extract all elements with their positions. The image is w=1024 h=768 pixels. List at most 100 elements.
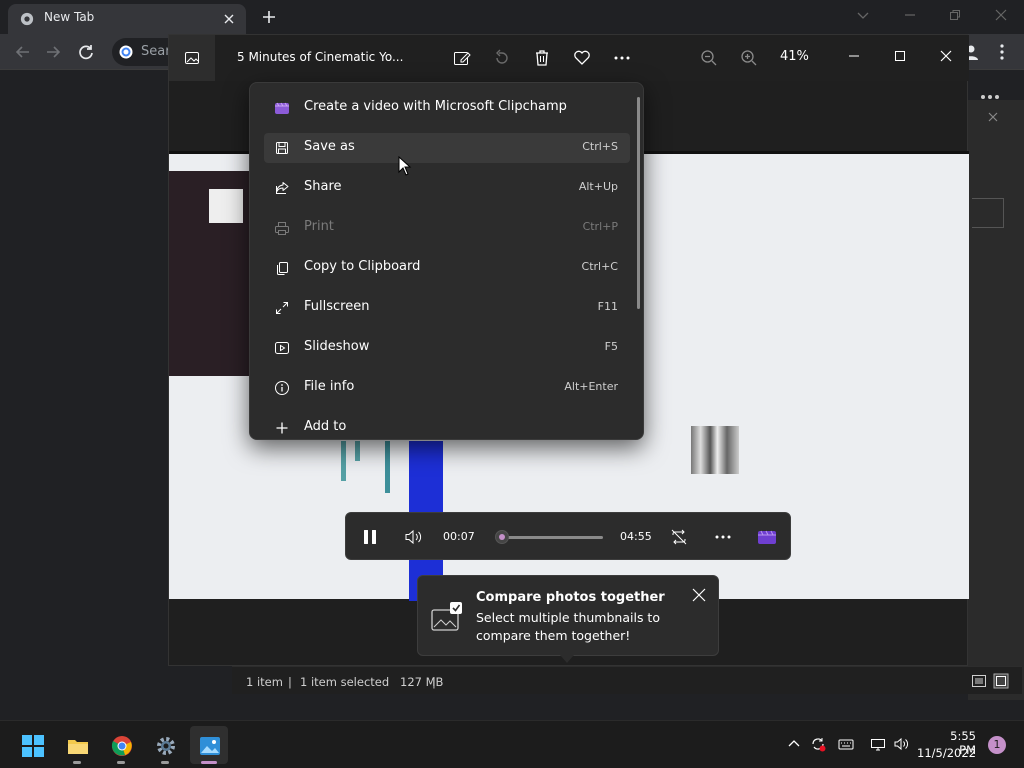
settings-gear-icon: [157, 737, 175, 755]
menu-scrollbar[interactable]: [637, 97, 640, 309]
menu-item-label: File info: [304, 379, 355, 394]
status-separator: |: [432, 675, 436, 689]
tip-close-icon[interactable]: [692, 588, 706, 602]
mouse-cursor-icon: [398, 156, 412, 176]
network-icon[interactable]: [870, 736, 886, 752]
chrome-icon: [111, 736, 132, 756]
back-arrow-icon[interactable]: [12, 41, 34, 63]
chrome-restore-icon[interactable]: [948, 8, 962, 22]
taskbar-settings[interactable]: [146, 726, 184, 764]
clipchamp-edit-icon[interactable]: [757, 527, 777, 547]
omnibox[interactable]: Sear: [112, 38, 172, 66]
edit-image-icon[interactable]: [452, 48, 472, 68]
video-more-icon[interactable]: [713, 527, 733, 547]
menu-item-clipchamp[interactable]: Create a video with Microsoft Clipchamp: [264, 93, 630, 123]
menu-item-fullscreen[interactable]: Fullscreen F11: [264, 293, 630, 323]
tab-close-icon[interactable]: [222, 12, 236, 26]
running-indicator: [161, 761, 169, 764]
menu-item-label: Add to: [304, 419, 347, 434]
tip-body: Select multiple thumbnails to compare th…: [476, 610, 660, 643]
background-more-icon: [981, 95, 999, 99]
info-icon: [275, 381, 289, 395]
slideshow-icon: [275, 342, 289, 354]
menu-item-label: Share: [304, 179, 342, 194]
menu-item-add-to[interactable]: Add to: [264, 413, 630, 439]
photos-app-icon: [185, 52, 199, 64]
zoom-level[interactable]: 41%: [780, 49, 809, 64]
running-indicator: [117, 761, 125, 764]
menu-item-print[interactable]: Print Ctrl+P: [264, 213, 630, 243]
volume-icon[interactable]: [403, 527, 423, 547]
folder-icon: [68, 740, 88, 754]
reload-icon[interactable]: [75, 41, 97, 63]
taskbar-file-explorer[interactable]: [58, 726, 96, 764]
seek-track[interactable]: [501, 536, 603, 539]
notification-badge[interactable]: 1: [988, 736, 1006, 754]
tip-title: Compare photos together: [476, 590, 665, 605]
selected-count: 1 item selected: [300, 675, 390, 689]
frame-teal-bar: [385, 441, 390, 493]
more-options-menu: Create a video with Microsoft Clipchamp …: [249, 82, 644, 440]
frame-white-square: [209, 189, 243, 223]
tab-search-chevron-icon[interactable]: [856, 8, 870, 22]
menu-item-label: Create a video with Microsoft Clipchamp: [304, 99, 567, 114]
menu-item-label: Copy to Clipboard: [304, 259, 421, 274]
clock-date[interactable]: 11/5/2022: [916, 746, 976, 760]
large-icons-view-icon[interactable]: [993, 673, 1009, 689]
forward-arrow-icon[interactable]: [42, 41, 64, 63]
windows-logo-icon: [22, 735, 44, 757]
menu-item-share[interactable]: Share Alt+Up: [264, 173, 630, 203]
delete-icon[interactable]: [532, 48, 552, 68]
background-field: [972, 198, 1004, 228]
active-indicator: [201, 761, 217, 764]
start-button[interactable]: [13, 726, 51, 764]
compare-photos-icon: [431, 602, 462, 631]
chrome-tab-new-tab[interactable]: New Tab: [8, 4, 246, 34]
frame-teal-bar: [341, 441, 346, 481]
current-time: 00:07: [443, 530, 475, 543]
menu-item-shortcut: Alt+Enter: [564, 380, 618, 393]
plus-icon: [276, 422, 288, 434]
photos-titlebar: 5 Minutes of Cinematic Yo... 41%: [169, 35, 969, 81]
frame-object: [691, 426, 739, 474]
seek-thumb[interactable]: [495, 530, 509, 544]
menu-item-save-as[interactable]: Save as Ctrl+S: [264, 133, 630, 163]
photos-close-icon[interactable]: [937, 47, 955, 65]
taskbar: 5:55 PM 11/5/2022 1: [0, 720, 1024, 768]
status-separator: |: [288, 675, 292, 689]
more-options-icon[interactable]: [612, 48, 632, 68]
menu-item-copy-to-clipboard[interactable]: Copy to Clipboard Ctrl+C: [264, 253, 630, 283]
photos-app-button[interactable]: [169, 35, 215, 81]
taskbar-chrome[interactable]: [102, 726, 140, 764]
new-tab-plus-icon[interactable]: [258, 6, 280, 28]
video-controls-bar: 00:07 04:55: [345, 512, 791, 560]
chrome-favicon-icon: [20, 12, 34, 26]
clipchamp-icon: [275, 102, 289, 114]
chrome-close-icon[interactable]: [994, 8, 1008, 22]
photos-minimize-icon[interactable]: [845, 47, 863, 65]
zoom-out-icon[interactable]: [699, 48, 719, 68]
photos-app-icon: [200, 737, 220, 755]
chrome-menu-dots-icon[interactable]: [996, 43, 1008, 61]
menu-item-label: Print: [304, 219, 334, 234]
copy-icon: [277, 262, 288, 275]
details-view-icon[interactable]: [971, 673, 987, 689]
menu-item-shortcut: F5: [604, 340, 618, 353]
loop-off-icon[interactable]: [669, 527, 689, 547]
chrome-minimize-icon[interactable]: [903, 8, 917, 22]
photos-maximize-icon[interactable]: [891, 47, 909, 65]
print-icon: [275, 222, 289, 235]
favorite-heart-icon[interactable]: [572, 48, 592, 68]
pause-icon[interactable]: [360, 527, 380, 547]
volume-tray-icon[interactable]: [893, 736, 909, 752]
rotate-icon[interactable]: [492, 48, 512, 68]
taskbar-photos[interactable]: [190, 726, 228, 764]
show-hidden-icons-icon[interactable]: [786, 736, 802, 752]
menu-item-slideshow[interactable]: Slideshow F5: [264, 333, 630, 363]
menu-item-label: Save as: [304, 139, 355, 154]
menu-item-shortcut: Alt+Up: [578, 180, 618, 193]
zoom-in-icon[interactable]: [739, 48, 759, 68]
keyboard-icon[interactable]: [838, 736, 854, 752]
menu-item-file-info[interactable]: File info Alt+Enter: [264, 373, 630, 403]
sync-alert-icon[interactable]: [810, 736, 826, 752]
